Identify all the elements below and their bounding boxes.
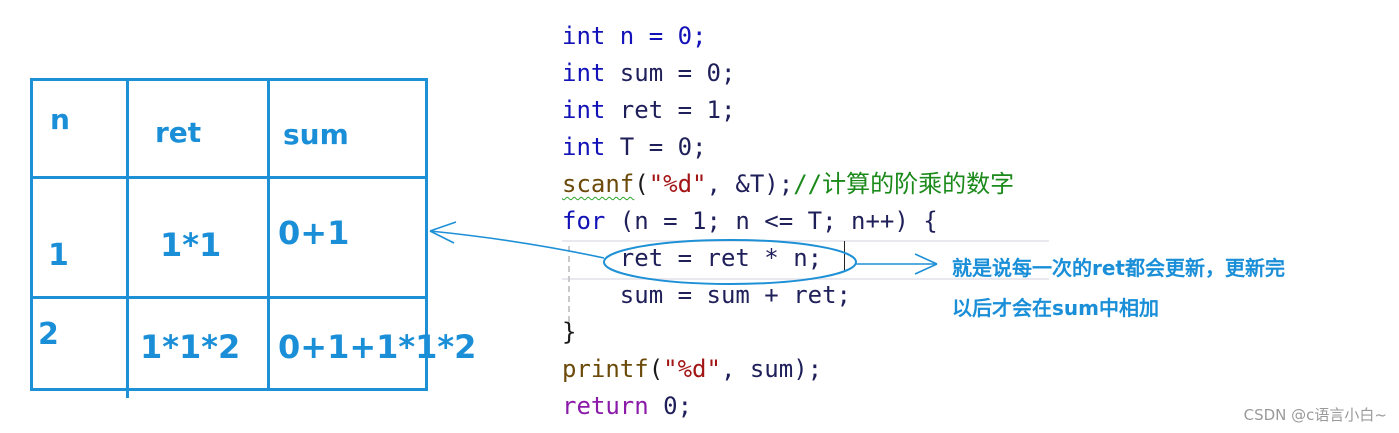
annotation-overlay bbox=[429, 221, 938, 285]
highlight-ellipse bbox=[603, 239, 857, 285]
explanation-line-1: 就是说每一次的ret都会更新，更新完 bbox=[952, 256, 1285, 280]
explanation-line-2: 以后才会在sum中相加 bbox=[952, 296, 1159, 320]
watermark: CSDN @c语言小白~ bbox=[1243, 406, 1387, 424]
arrow-to-table bbox=[429, 230, 605, 259]
